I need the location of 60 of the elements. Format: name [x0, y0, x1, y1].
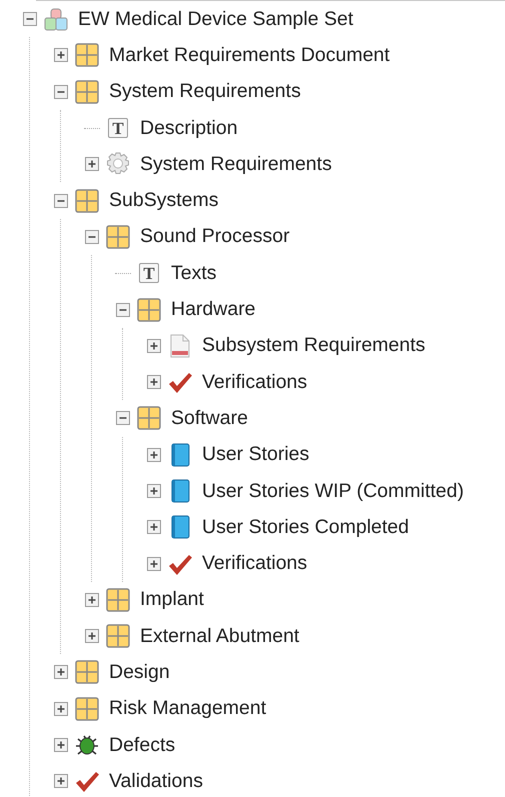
collapse-toggle[interactable]	[85, 230, 99, 244]
expand-toggle[interactable]	[85, 592, 99, 607]
folder-icon	[106, 588, 130, 612]
document-icon	[168, 334, 192, 358]
folder-icon	[75, 188, 99, 213]
expand-toggle[interactable]	[147, 520, 161, 534]
tree-item[interactable]: Verifications	[202, 552, 308, 576]
tree-item[interactable]: User Stories Completed	[202, 516, 409, 539]
tree-item[interactable]: External Abutment	[140, 624, 300, 648]
tree-item[interactable]: SubSystems	[109, 189, 218, 212]
tree-item[interactable]: Design	[109, 660, 170, 684]
tree-item[interactable]: Risk Management	[109, 697, 266, 720]
text-icon: T	[139, 263, 159, 284]
expand-toggle[interactable]	[54, 665, 68, 680]
people-icon	[44, 7, 68, 32]
tree-item[interactable]: Market Requirements Document	[109, 44, 390, 67]
tree-item[interactable]: EW Medical Device Sample Set	[78, 8, 354, 31]
folder-icon	[75, 43, 99, 68]
expand-toggle[interactable]	[54, 48, 68, 62]
tree-item[interactable]: System Requirements	[140, 152, 332, 176]
expand-toggle[interactable]	[85, 629, 99, 644]
folder-icon	[106, 624, 130, 648]
collapse-toggle[interactable]	[116, 411, 130, 426]
collapse-toggle[interactable]	[23, 12, 37, 26]
tree-item[interactable]: Defects	[109, 734, 176, 757]
expand-toggle[interactable]	[54, 774, 68, 788]
expand-toggle[interactable]	[54, 702, 68, 716]
tree-item[interactable]: Software	[171, 406, 248, 430]
expand-toggle[interactable]	[147, 448, 161, 462]
tree-item[interactable]: User Stories WIP (Committed)	[202, 480, 464, 502]
folder-icon	[106, 224, 130, 249]
tree-item[interactable]: Implant	[140, 588, 204, 612]
folder-icon	[137, 406, 161, 430]
folder-icon	[75, 660, 99, 684]
expand-toggle[interactable]	[54, 738, 68, 752]
text-icon: T	[108, 118, 128, 138]
expand-toggle[interactable]	[147, 484, 161, 498]
bug-icon	[75, 733, 99, 758]
expand-toggle[interactable]	[147, 556, 161, 571]
tree-item[interactable]: Hardware	[171, 298, 256, 322]
folder-icon	[75, 696, 99, 721]
tree-item[interactable]: Description	[140, 116, 238, 140]
folder-icon	[75, 80, 99, 104]
collapse-toggle[interactable]	[54, 84, 68, 99]
tree-item[interactable]: Subsystem Requirements	[202, 334, 426, 358]
checkmark-icon	[168, 370, 192, 394]
expand-toggle[interactable]	[147, 375, 161, 390]
tree-item[interactable]: Verifications	[202, 370, 308, 394]
tree-item[interactable]: User Stories	[202, 443, 310, 466]
collapse-toggle[interactable]	[54, 194, 68, 208]
tree-item[interactable]: System Requirements	[109, 80, 301, 104]
checkmark-icon	[75, 769, 99, 794]
expand-toggle[interactable]	[85, 157, 99, 172]
folder-icon	[137, 298, 161, 322]
tree-item[interactable]: Sound Processor	[140, 225, 290, 248]
collapse-toggle[interactable]	[116, 302, 130, 317]
tree-item[interactable]: Texts	[171, 262, 217, 285]
gear-icon	[106, 152, 130, 176]
tree-item[interactable]: Validations	[109, 770, 203, 793]
expand-toggle[interactable]	[147, 338, 161, 353]
